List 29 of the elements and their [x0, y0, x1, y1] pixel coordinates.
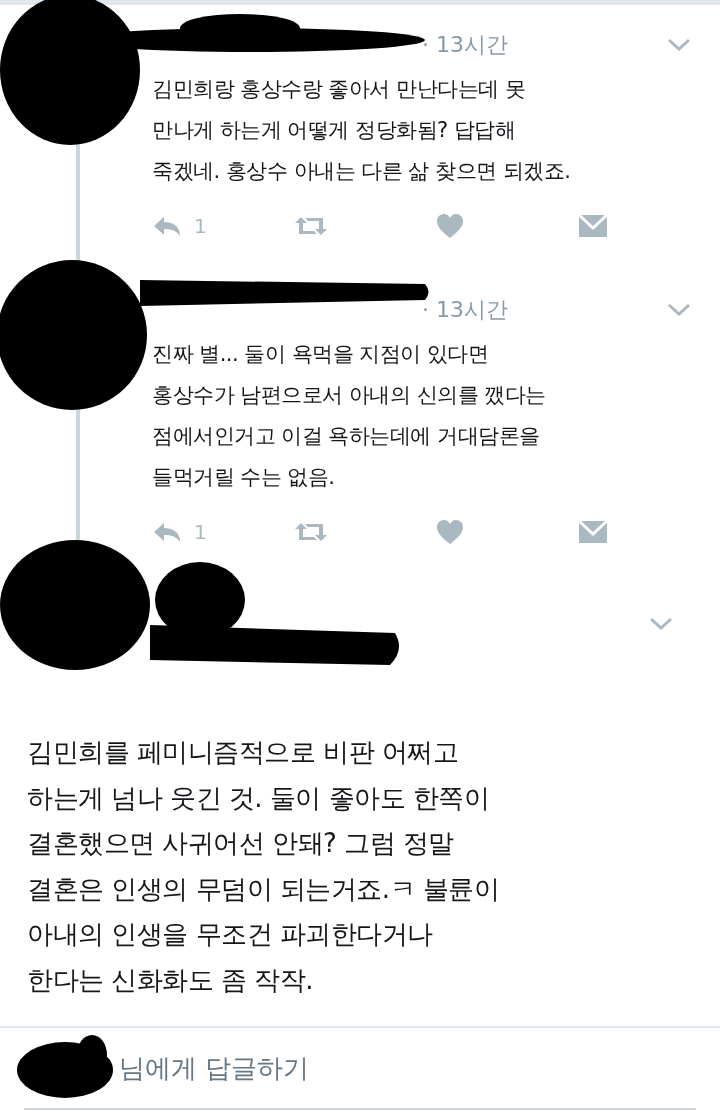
chevron-down-icon[interactable]	[648, 616, 674, 632]
tweet-text-line: 김민희랑 홍상수랑 좋아서 만난다는데 못	[152, 76, 527, 103]
tweet-text-line: 들먹거릴 수는 없음.	[152, 464, 336, 491]
chevron-down-icon[interactable]	[666, 37, 692, 53]
chevron-down-icon[interactable]	[666, 302, 692, 318]
retweet-icon[interactable]	[294, 521, 328, 543]
tweet-text-line: 한다는 신화화도 좀 작작.	[27, 963, 315, 997]
tweet-text-line: 점에서인거고 이걸 욕하는데에 거대담론을	[152, 423, 541, 450]
reply-count: 1	[194, 214, 207, 238]
tweet-time: · 13시간	[422, 31, 508, 59]
heart-icon[interactable]	[436, 519, 464, 545]
tweet-text-line: 진짜 별... 둘이 욕먹을 지점이 있다면	[152, 341, 490, 368]
tweet-text-line: 결혼했으면 사귀어선 안돼? 그럼 정말	[27, 827, 455, 860]
reply-field[interactable]: 님에게 답글하기	[119, 1050, 310, 1086]
message-icon[interactable]	[578, 214, 608, 238]
tweet-text-line: 하는게 넘나 웃긴 것. 둘이 좋아도 한쪽이	[27, 781, 491, 815]
message-icon[interactable]	[578, 520, 608, 544]
tweet-text-line: 죽겠네. 홍상수 아내는 다른 삶 찾으면 되겠죠.	[152, 158, 572, 185]
tweet-text-line: 김민희를 페미니즘적으로 비판 어쩌고	[27, 736, 460, 769]
tweet-time: · 13시간	[422, 296, 508, 324]
tweet-text-line: 아내의 인생을 무조건 파괴한다거나	[27, 918, 434, 951]
reply-icon[interactable]	[152, 215, 182, 237]
heart-icon[interactable]	[436, 213, 464, 239]
tweet-text-line: 만나게 하는게 어떻게 정당화됨? 답답해	[152, 117, 517, 144]
reply-count: 1	[194, 520, 207, 544]
retweet-icon[interactable]	[294, 215, 328, 237]
tweet-text-line: 홍상수가 남편으로서 아내의 신의를 깼다는	[152, 382, 547, 409]
tweet-text-line: 결혼은 인생의 무덤이 되는거죠.ㅋ 불륜이	[27, 872, 501, 906]
reply-icon[interactable]	[152, 521, 182, 543]
